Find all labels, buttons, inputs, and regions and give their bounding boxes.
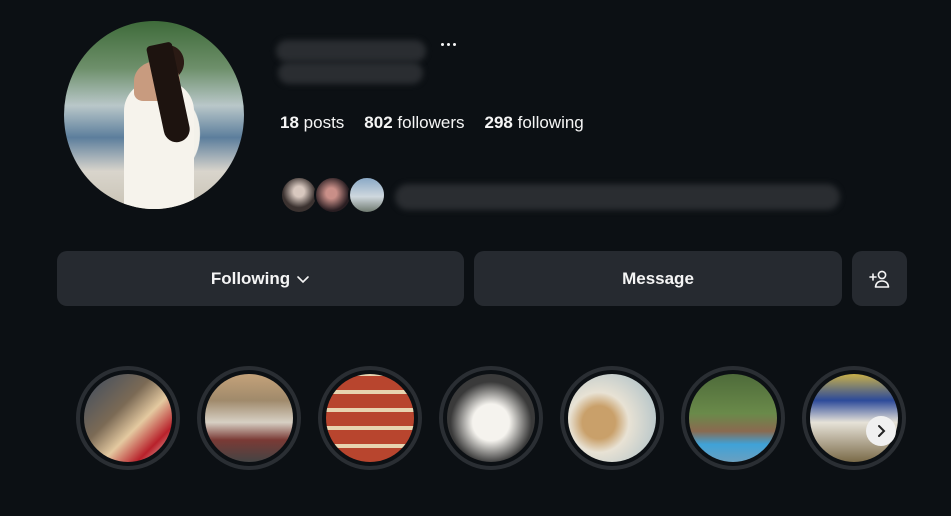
chevron-down-icon bbox=[297, 275, 309, 283]
ellipsis-icon[interactable] bbox=[438, 34, 458, 54]
highlight-cover bbox=[205, 374, 293, 462]
add-user-icon bbox=[868, 270, 889, 288]
highlight-cover bbox=[447, 374, 535, 462]
profile-stats: 18 posts 802 followers 298 following bbox=[280, 113, 584, 133]
following-label: following bbox=[517, 113, 584, 132]
profile-page: 18 posts 802 followers 298 following Fol… bbox=[0, 0, 951, 516]
highlight-cover bbox=[689, 374, 777, 462]
redacted-username bbox=[276, 40, 426, 62]
followers-count: 802 bbox=[364, 113, 393, 132]
story-highlight[interactable] bbox=[681, 366, 785, 470]
mutual-avatar bbox=[280, 176, 318, 214]
story-highlight[interactable] bbox=[76, 366, 180, 470]
followers-label: followers bbox=[397, 113, 465, 132]
story-highlight[interactable] bbox=[802, 366, 906, 470]
redacted-mutual-text bbox=[395, 184, 840, 210]
following-count: 298 bbox=[484, 113, 513, 132]
highlight-cover bbox=[84, 374, 172, 462]
story-highlight[interactable] bbox=[439, 366, 543, 470]
mutual-avatar bbox=[348, 176, 386, 214]
following-button[interactable]: Following bbox=[57, 251, 464, 306]
message-button-label: Message bbox=[622, 268, 694, 288]
chevron-right-icon bbox=[878, 425, 886, 437]
story-highlight[interactable] bbox=[318, 366, 422, 470]
following-stat[interactable]: 298 following bbox=[485, 113, 584, 133]
message-button[interactable]: Message bbox=[474, 251, 842, 306]
posts-label: posts bbox=[303, 113, 345, 132]
following-button-label: Following bbox=[210, 268, 291, 288]
mutual-avatar bbox=[314, 176, 352, 214]
add-user-button[interactable] bbox=[852, 251, 907, 306]
highlights-next-button[interactable] bbox=[866, 416, 896, 446]
posts-count: 18 bbox=[280, 113, 299, 132]
profile-avatar[interactable] bbox=[64, 21, 244, 209]
mutual-followers[interactable] bbox=[280, 176, 390, 216]
story-highlight[interactable] bbox=[197, 366, 301, 470]
story-highlight[interactable] bbox=[560, 366, 664, 470]
redacted-username-2 bbox=[278, 62, 423, 84]
posts-stat: 18 posts bbox=[280, 113, 344, 133]
followers-stat[interactable]: 802 followers bbox=[364, 113, 464, 133]
highlight-cover bbox=[568, 374, 656, 462]
highlight-cover bbox=[326, 374, 414, 462]
